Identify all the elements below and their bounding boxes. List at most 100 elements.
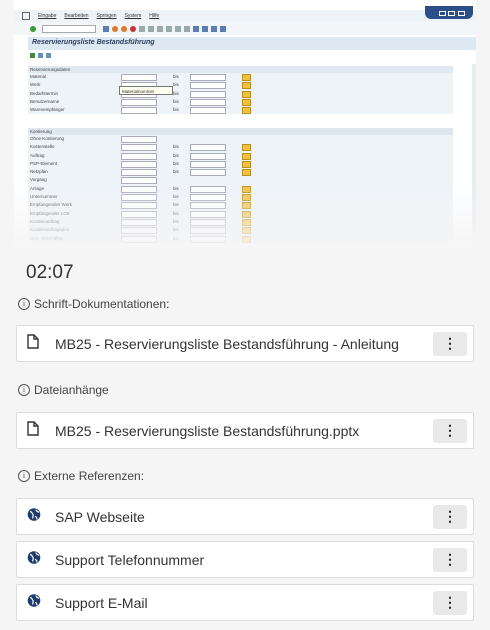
field-to-input[interactable] <box>190 82 226 90</box>
command-field[interactable] <box>42 24 96 33</box>
ref-card-support-telefon[interactable]: Support Telefonnummer ⋮ <box>16 541 474 578</box>
field-from-input[interactable] <box>121 107 157 115</box>
ref-title[interactable]: Support E-Mail <box>55 595 148 611</box>
bis-label: bis <box>173 98 179 104</box>
field-to-input[interactable] <box>190 90 226 98</box>
maximize-icon[interactable] <box>448 11 455 16</box>
print-icon[interactable] <box>139 25 145 32</box>
multiple-selection-icon[interactable] <box>242 107 251 115</box>
field-to-input[interactable] <box>190 218 226 226</box>
first-page-icon[interactable] <box>157 25 163 32</box>
field-from-input[interactable] <box>121 160 157 168</box>
menu-hilfe[interactable]: Hilfe <box>149 13 159 19</box>
multiple-selection-icon[interactable] <box>242 144 251 152</box>
multiple-selection-icon[interactable] <box>242 235 251 243</box>
field-from-input[interactable] <box>121 74 157 81</box>
close-icon[interactable] <box>458 11 465 16</box>
field-from-input[interactable] <box>121 218 157 226</box>
field-to-input[interactable] <box>190 202 226 210</box>
field-from-input[interactable] <box>121 144 157 152</box>
field-from-input[interactable] <box>121 235 157 243</box>
attachment-card-pptx[interactable]: MB25 - Reservierungsliste Bestandsführun… <box>16 412 474 449</box>
ref-title[interactable]: Support Telefonnummer <box>55 552 204 568</box>
field-from-input[interactable] <box>121 136 157 143</box>
minimize-icon[interactable] <box>439 11 446 16</box>
multiple-selection-icon[interactable] <box>242 185 251 193</box>
ref-title[interactable]: SAP Webseite <box>55 509 145 525</box>
kebab-menu-icon[interactable]: ⋮ <box>433 590 467 615</box>
execute-icon[interactable] <box>30 53 35 58</box>
file-icon <box>27 333 39 354</box>
field-from-input[interactable] <box>121 210 157 218</box>
field-label: Benutzername <box>30 98 60 104</box>
variant-icon[interactable] <box>38 53 43 58</box>
cancel-icon[interactable] <box>130 25 136 32</box>
menu-eingabe[interactable]: Eingabe <box>38 13 56 19</box>
field-to-input[interactable] <box>190 144 226 152</box>
multiple-selection-icon[interactable] <box>242 194 251 202</box>
info-small-icon[interactable] <box>46 53 51 58</box>
field-to-input[interactable] <box>190 152 226 160</box>
doc-title[interactable]: MB25 - Reservierungsliste Bestandsführun… <box>55 336 399 352</box>
section-reservierungsdaten: Reservierungsdaten Material bis Werk bis Bed… <box>28 66 453 115</box>
exit-icon[interactable] <box>121 25 127 32</box>
ref-card-sap-webseite[interactable]: SAP Webseite ⋮ <box>16 498 474 535</box>
enter-icon[interactable] <box>30 25 36 32</box>
field-from-input[interactable] <box>121 177 157 185</box>
layout-icon[interactable] <box>220 25 226 32</box>
field-to-input[interactable] <box>190 107 226 115</box>
ref-card-support-email[interactable]: Support E-Mail ⋮ <box>16 584 474 621</box>
multiple-selection-icon[interactable] <box>242 98 251 106</box>
window-controls[interactable] <box>425 6 473 19</box>
multiple-selection-icon[interactable] <box>242 218 251 226</box>
field-from-input[interactable] <box>121 98 157 106</box>
multiple-selection-icon[interactable] <box>242 90 251 98</box>
back-icon[interactable] <box>112 25 118 32</box>
shortcut-icon[interactable] <box>202 25 208 32</box>
field-to-input[interactable] <box>190 210 226 218</box>
find-icon[interactable] <box>148 25 154 32</box>
menu-bearbeiten[interactable]: Bearbeiten <box>64 13 88 19</box>
doc-card-anleitung[interactable]: MB25 - Reservierungsliste Bestandsführun… <box>16 325 474 362</box>
kebab-menu-icon[interactable]: ⋮ <box>433 418 467 443</box>
scrollbar[interactable] <box>472 64 476 252</box>
field-to-input[interactable] <box>190 227 226 235</box>
multiple-selection-icon[interactable] <box>242 160 251 168</box>
tooltip: Materialnummer <box>119 86 173 95</box>
multiple-selection-icon[interactable] <box>242 74 251 81</box>
next-page-icon[interactable] <box>175 25 181 32</box>
bis-label: bis <box>173 235 179 241</box>
last-page-icon[interactable] <box>184 25 190 32</box>
kebab-menu-icon[interactable]: ⋮ <box>433 547 467 572</box>
menu-springen[interactable]: Springen <box>97 13 117 19</box>
field-from-input[interactable] <box>121 152 157 160</box>
field-to-input[interactable] <box>190 169 226 177</box>
field-to-input[interactable] <box>190 98 226 106</box>
field-from-input[interactable] <box>121 227 157 235</box>
field-from-input[interactable] <box>121 185 157 193</box>
new-session-icon[interactable] <box>193 25 199 32</box>
field-to-input[interactable] <box>190 194 226 202</box>
video-preview[interactable]: Eingabe Bearbeiten Springen System Hilfe <box>14 0 476 252</box>
field-from-input[interactable] <box>121 169 157 177</box>
prev-page-icon[interactable] <box>166 25 172 32</box>
multiple-selection-icon[interactable] <box>242 152 251 160</box>
attachment-title[interactable]: MB25 - Reservierungsliste Bestandsführun… <box>55 423 359 439</box>
kebab-menu-icon[interactable]: ⋮ <box>433 331 467 356</box>
field-label: Kundenauftrag <box>30 218 60 224</box>
field-to-input[interactable] <box>190 235 226 243</box>
multiple-selection-icon[interactable] <box>242 169 251 177</box>
field-to-input[interactable] <box>190 160 226 168</box>
field-to-input[interactable] <box>190 74 226 81</box>
field-from-input[interactable] <box>121 194 157 202</box>
multiple-selection-icon[interactable] <box>242 82 251 90</box>
save-icon[interactable] <box>103 25 109 32</box>
menu-system[interactable]: System <box>125 13 142 19</box>
multiple-selection-icon[interactable] <box>242 210 251 218</box>
multiple-selection-icon[interactable] <box>242 227 251 235</box>
help-icon[interactable] <box>211 25 217 32</box>
field-to-input[interactable] <box>190 185 226 193</box>
multiple-selection-icon[interactable] <box>242 202 251 210</box>
field-from-input[interactable] <box>121 202 157 210</box>
kebab-menu-icon[interactable]: ⋮ <box>433 504 467 529</box>
